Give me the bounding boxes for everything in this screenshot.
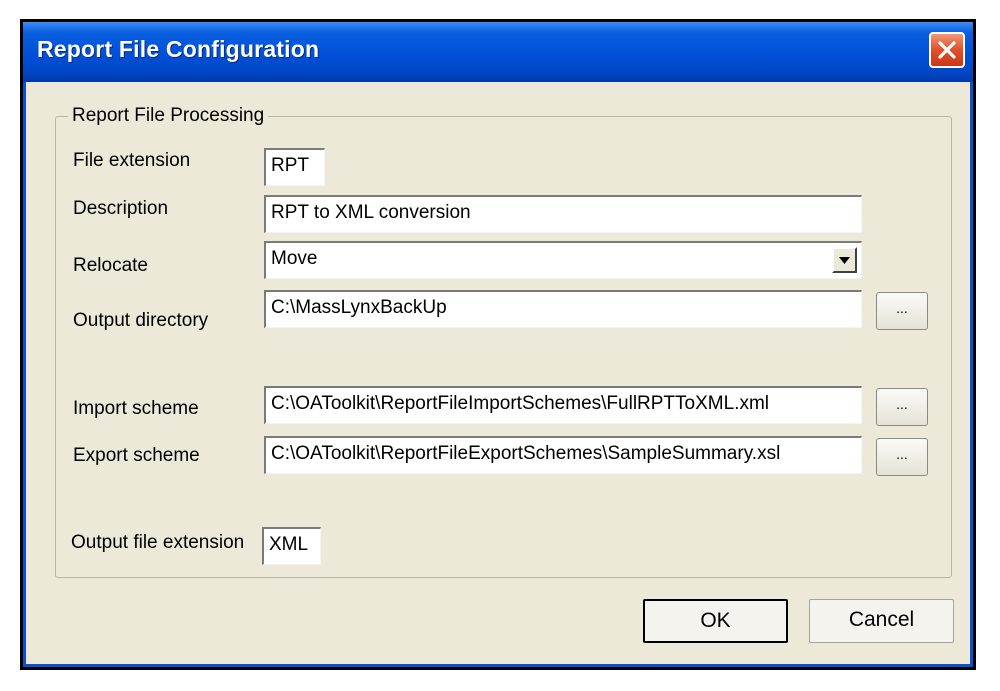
file-extension-field[interactable]: RPT: [264, 148, 325, 186]
chevron-down-icon: [839, 257, 850, 264]
export-scheme-browse-button[interactable]: ...: [876, 438, 928, 476]
relocate-selected-value: Move: [271, 248, 318, 269]
description-field[interactable]: RPT to XML conversion: [264, 195, 862, 233]
dialog-client-area: Report File Processing File extension RP…: [23, 82, 973, 667]
close-icon: [938, 41, 956, 59]
output-directory-field[interactable]: C:\MassLynxBackUp: [264, 290, 862, 328]
export-scheme-field[interactable]: C:\OAToolkit\ReportFileExportSchemes\Sam…: [264, 436, 862, 474]
report-file-configuration-dialog: Report File Configuration Report File Pr…: [20, 19, 976, 670]
export-scheme-label: Export scheme: [73, 445, 200, 466]
output-directory-browse-button[interactable]: ...: [876, 292, 928, 330]
dropdown-arrow-button[interactable]: [832, 247, 857, 273]
window-title: Report File Configuration: [37, 36, 320, 62]
group-title: Report File Processing: [68, 105, 269, 127]
file-extension-label: File extension: [73, 150, 191, 171]
import-scheme-browse-button[interactable]: ...: [876, 388, 928, 426]
output-directory-label: Output directory: [73, 310, 209, 331]
import-scheme-field[interactable]: C:\OAToolkit\ReportFileImportSchemes\Ful…: [264, 386, 862, 424]
output-file-extension-label: Output file extension: [71, 532, 245, 553]
report-file-processing-group: Report File Processing: [55, 105, 952, 578]
import-scheme-label: Import scheme: [73, 398, 199, 419]
cancel-button[interactable]: Cancel: [809, 599, 954, 643]
relocate-dropdown[interactable]: Move: [264, 241, 862, 279]
output-file-extension-field[interactable]: XML: [262, 527, 321, 565]
ok-button[interactable]: OK: [643, 599, 788, 643]
title-bar[interactable]: Report File Configuration: [23, 22, 973, 82]
description-label: Description: [73, 198, 169, 219]
relocate-label: Relocate: [73, 255, 148, 276]
close-button[interactable]: [929, 32, 965, 68]
